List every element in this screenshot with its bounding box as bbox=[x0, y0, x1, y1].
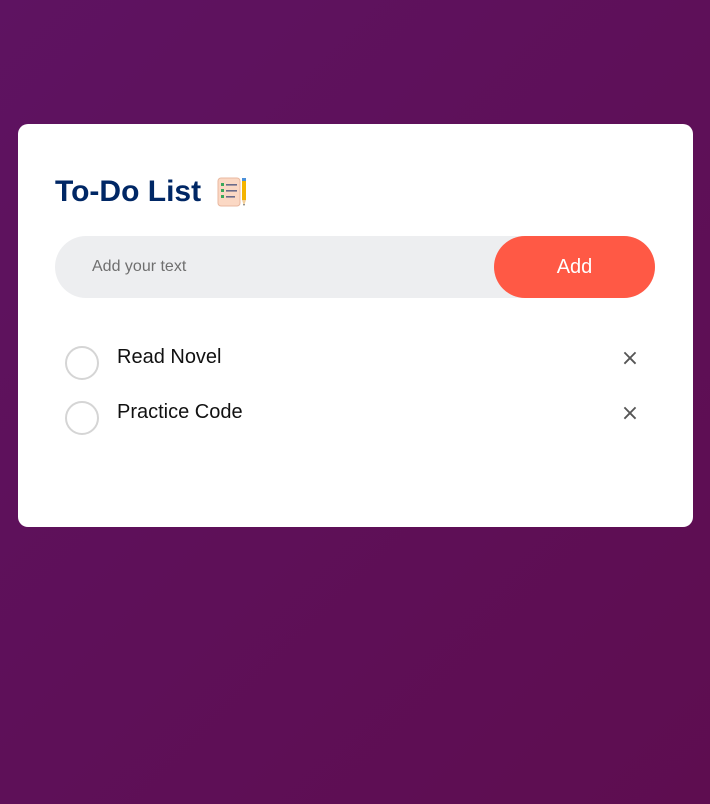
task-item[interactable]: Read Novel × bbox=[55, 334, 655, 389]
page-title: To-Do List bbox=[55, 175, 202, 208]
task-item[interactable]: Practice Code × bbox=[55, 389, 655, 444]
task-text[interactable]: Read Novel bbox=[117, 346, 222, 368]
todo-card: To-Do List Add Read Novel bbox=[18, 124, 693, 527]
add-task-row: Add bbox=[55, 236, 655, 298]
close-icon[interactable]: × bbox=[617, 399, 643, 429]
task-input[interactable] bbox=[55, 236, 495, 298]
task-text[interactable]: Practice Code bbox=[117, 401, 243, 423]
add-button[interactable]: Add bbox=[494, 236, 655, 298]
task-list: Read Novel × Practice Code × bbox=[55, 334, 655, 444]
empty-circle-checkbox-icon[interactable] bbox=[65, 401, 99, 435]
close-icon[interactable]: × bbox=[617, 344, 643, 374]
checklist-icon bbox=[215, 175, 249, 209]
title-row: To-Do List bbox=[55, 173, 249, 211]
empty-circle-checkbox-icon[interactable] bbox=[65, 346, 99, 380]
